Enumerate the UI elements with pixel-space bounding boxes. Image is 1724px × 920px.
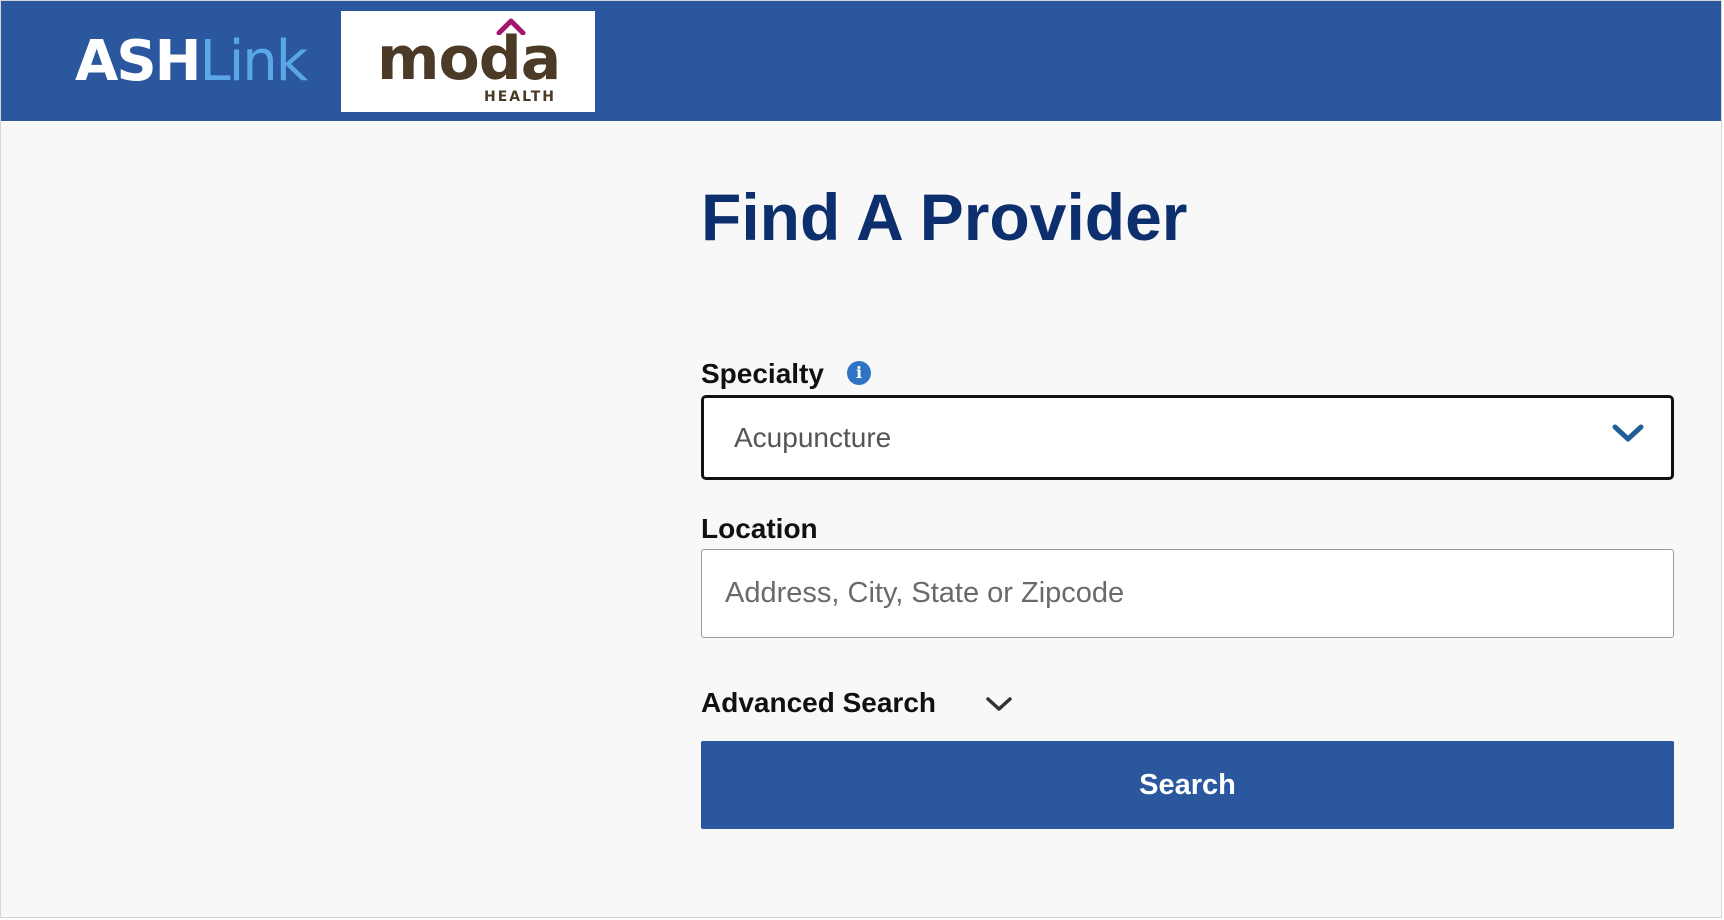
- chevron-down-icon: [1612, 424, 1644, 442]
- moda-logo-health: HEALTH: [484, 89, 556, 105]
- ashlink-logo[interactable]: ASHLink: [75, 27, 309, 97]
- page-title: Find A Provider: [701, 180, 1188, 254]
- page: ASHLink moda HEALTH Find A Provider Spec…: [0, 0, 1722, 918]
- info-icon[interactable]: i: [847, 361, 871, 385]
- advanced-search-label: Advanced Search: [701, 687, 936, 718]
- top-header-bar: ASHLink moda HEALTH: [1, 1, 1721, 121]
- moda-health-logo: moda HEALTH: [341, 11, 595, 112]
- specialty-selected-value: Acupuncture: [734, 422, 892, 453]
- ashlink-logo-ash: ASH: [75, 29, 202, 94]
- moda-logo-word: moda: [377, 24, 561, 94]
- location-input[interactable]: [701, 549, 1674, 638]
- advanced-search-toggle[interactable]: Advanced Search: [701, 685, 1014, 721]
- specialty-select[interactable]: Acupuncture: [701, 395, 1674, 480]
- chevron-down-icon: [986, 697, 1012, 711]
- ashlink-logo-link: Link: [199, 29, 309, 94]
- search-button[interactable]: Search: [701, 741, 1674, 829]
- location-label: Location: [701, 513, 818, 544]
- specialty-label: Specialty: [701, 358, 824, 389]
